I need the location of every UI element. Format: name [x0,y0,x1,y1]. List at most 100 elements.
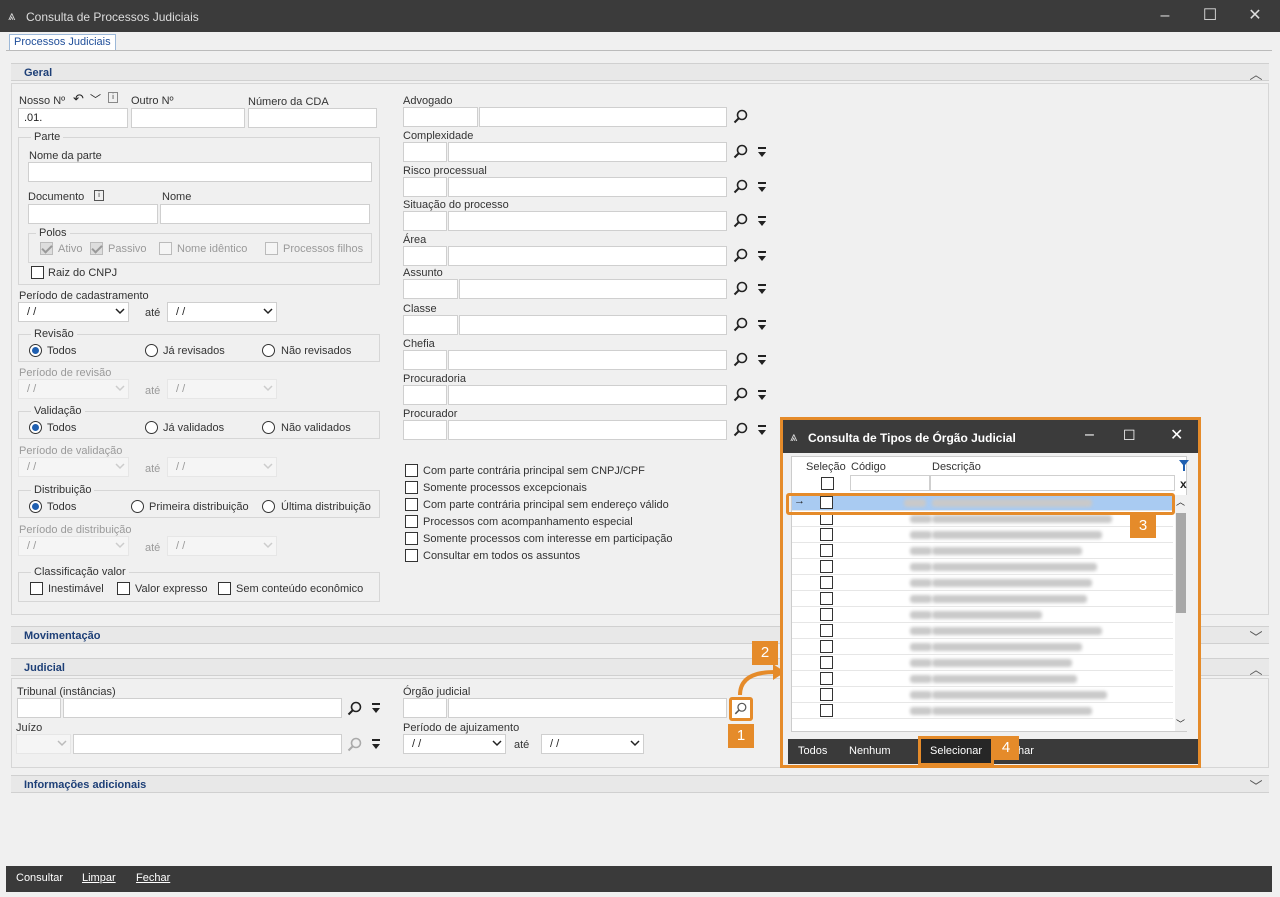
table-row[interactable] [792,591,1173,607]
row-select-checkbox[interactable] [820,656,833,669]
right-field-desc-input[interactable] [448,211,727,231]
option-checkbox[interactable] [405,515,418,528]
ja-validados-radio[interactable] [145,421,158,434]
filter-icon[interactable] [757,425,767,437]
search-icon[interactable] [733,144,749,160]
search-icon[interactable] [733,352,749,368]
row-select-checkbox[interactable] [820,560,833,573]
nao-validados-radio[interactable] [262,421,275,434]
filter-icon[interactable] [757,390,767,402]
table-row[interactable] [792,703,1173,719]
filter-icon[interactable] [757,182,767,194]
table-row[interactable] [792,559,1173,575]
section-info-header[interactable]: Informações adicionais ﹀ [11,775,1269,795]
table-row[interactable] [792,655,1173,671]
filter-icon[interactable] [757,320,767,332]
valor-expresso-checkbox[interactable] [117,582,130,595]
option-checkbox[interactable] [405,498,418,511]
search-icon[interactable] [733,281,749,297]
right-field-code-input[interactable] [403,279,458,299]
tribunal-desc-field[interactable] [63,698,342,718]
undo-icon[interactable]: ↶ [73,91,84,107]
row-select-checkbox[interactable] [820,608,833,621]
results-scrollbar[interactable]: ︿ ﹀ [1175,495,1187,731]
search-icon[interactable] [733,317,749,333]
right-field-desc-input[interactable] [479,107,727,127]
inestimavel-checkbox[interactable] [30,582,43,595]
clear-filter-icon[interactable]: x [1180,477,1187,491]
table-row[interactable] [792,607,1173,623]
cda-field[interactable] [248,108,377,128]
option-checkbox[interactable] [405,464,418,477]
right-field-desc-input[interactable] [459,279,727,299]
row-select-checkbox[interactable] [820,704,833,717]
scroll-thumb[interactable] [1176,513,1186,613]
chevron-up-icon[interactable]: ︿ [1249,659,1263,678]
selecionar-button[interactable]: Selecionar [918,736,994,766]
chevron-down-icon[interactable]: ﹀ [90,91,101,107]
row-select-checkbox[interactable] [820,576,833,589]
orgao-search-button[interactable] [729,697,753,721]
close-icon[interactable]: ✕ [1245,6,1265,26]
right-field-desc-input[interactable] [459,315,727,335]
search-icon[interactable] [347,701,363,717]
right-field-desc-input[interactable] [448,246,727,266]
search-icon[interactable] [733,248,749,264]
revisao-todos-radio[interactable] [29,344,42,357]
right-field-code-input[interactable] [403,350,447,370]
right-field-desc-input[interactable] [448,142,727,162]
table-row[interactable] [792,687,1173,703]
search-icon[interactable] [733,213,749,229]
select-all-filter-checkbox[interactable] [821,477,834,490]
chevron-down-icon[interactable]: ﹀ [1249,776,1263,795]
right-field-desc-input[interactable] [448,177,727,197]
option-checkbox[interactable] [405,532,418,545]
filter-icon[interactable] [1178,459,1190,473]
right-field-code-input[interactable] [403,142,447,162]
search-icon[interactable] [733,422,749,438]
search-icon[interactable] [733,109,749,125]
row-select-checkbox[interactable] [820,544,833,557]
row-select-checkbox[interactable] [820,592,833,605]
juizo-desc-field[interactable] [73,734,342,754]
info-icon[interactable]: i [108,92,118,103]
close-icon[interactable]: ✕ [1170,425,1183,445]
filter-icon[interactable] [757,147,767,159]
maximize-icon[interactable]: ☐ [1123,427,1136,444]
fechar-button[interactable]: Fechar [136,872,170,884]
table-row[interactable] [792,639,1173,655]
row-select-checkbox[interactable] [820,672,833,685]
todos-button[interactable]: Todos [798,745,827,757]
outro-no-field[interactable] [131,108,245,128]
codigo-filter-input[interactable] [850,475,930,491]
right-field-code-input[interactable] [403,246,447,266]
periodo-cad-start[interactable]: / / [18,302,129,322]
filter-icon[interactable] [371,703,381,715]
chevron-down-icon[interactable]: ﹀ [1249,627,1263,646]
nao-revisados-radio[interactable] [262,344,275,357]
table-row[interactable] [792,575,1173,591]
ja-revisados-radio[interactable] [145,344,158,357]
right-field-code-input[interactable] [403,385,447,405]
descricao-filter-input[interactable] [930,475,1175,491]
nosso-no-field[interactable]: .01. [18,108,128,128]
nome-field[interactable] [160,204,370,224]
document-info-icon[interactable]: i [94,190,104,201]
ultima-dist-radio[interactable] [262,500,275,513]
minimize-icon[interactable]: – [1155,6,1175,26]
fechar-button[interactable]: har [1018,745,1034,757]
right-field-desc-input[interactable] [448,385,727,405]
filter-icon[interactable] [371,739,381,751]
raiz-cnpj-checkbox[interactable] [31,266,44,279]
section-geral-header[interactable]: Geral ︿ [11,63,1269,82]
row-select-checkbox[interactable] [820,688,833,701]
right-field-code-input[interactable] [403,420,447,440]
search-icon[interactable] [733,387,749,403]
table-row[interactable] [792,623,1173,639]
col-selecao-header[interactable]: Seleção [806,461,846,473]
row-select-checkbox[interactable] [820,528,833,541]
filter-icon[interactable] [757,216,767,228]
nenhum-button[interactable]: Nenhum [849,745,891,757]
validacao-todos-radio[interactable] [29,421,42,434]
option-checkbox[interactable] [405,481,418,494]
